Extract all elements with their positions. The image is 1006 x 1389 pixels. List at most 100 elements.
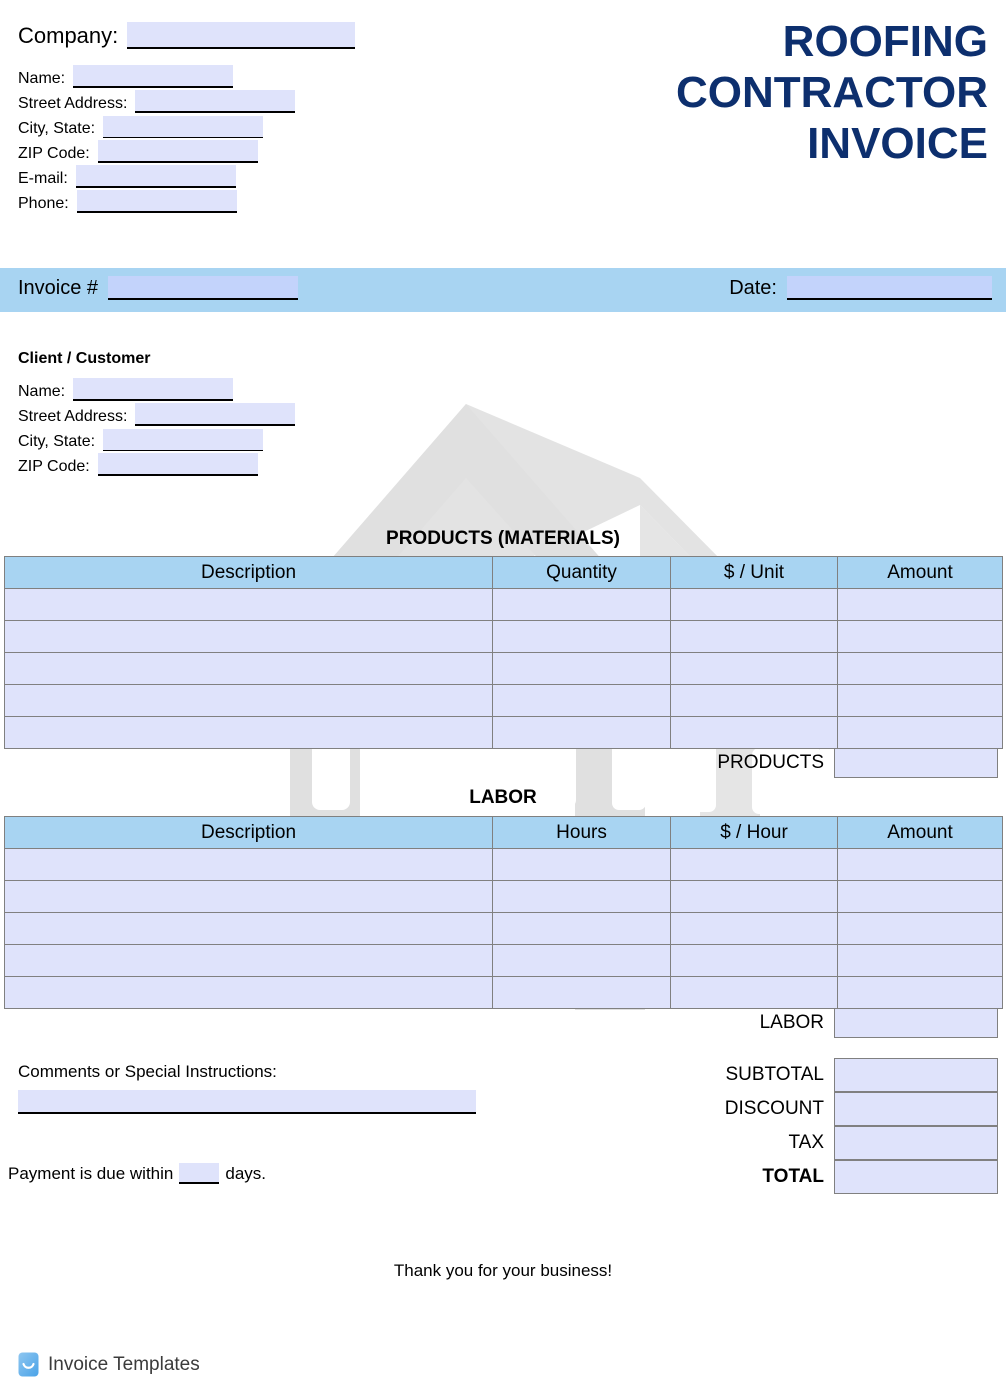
discount-row: DISCOUNT — [600, 1092, 998, 1126]
client-city-input[interactable] — [103, 429, 264, 451]
labor-table: Description Hours $ / Hour Amount — [4, 816, 1003, 1009]
client-city-label: City, State: — [18, 433, 96, 450]
company-city-label: City, State: — [18, 120, 96, 137]
total-input[interactable] — [834, 1160, 998, 1194]
payment-days-input[interactable] — [179, 1163, 220, 1184]
products-total-label: PRODUCTS — [717, 752, 824, 773]
labor-header-hour-rate: $ / Hour — [670, 816, 838, 849]
labor-cell-hours[interactable] — [492, 976, 671, 1009]
table-row — [4, 912, 1003, 945]
products-header-row: Description Quantity $ / Unit Amount — [4, 556, 1003, 589]
products-total-row: PRODUCTS — [600, 748, 998, 778]
company-city-input[interactable] — [103, 116, 264, 138]
products-cell-amount[interactable] — [837, 716, 1003, 749]
client-details-block: Client / Customer Name: Street Address: … — [18, 350, 296, 476]
labor-total-label: LABOR — [759, 1012, 824, 1033]
client-name-input[interactable] — [73, 378, 234, 401]
invoice-number-date-bar: Invoice # Date: — [0, 268, 1006, 312]
labor-cell-description[interactable] — [4, 944, 493, 977]
products-cell-amount[interactable] — [837, 588, 1003, 621]
labor-cell-hours[interactable] — [492, 912, 671, 945]
labor-cell-amount[interactable] — [837, 848, 1003, 881]
comments-label: Comments or Special Instructions: — [18, 1062, 277, 1081]
labor-cell-hour-rate[interactable] — [670, 912, 838, 945]
products-cell-unit-price[interactable] — [670, 588, 838, 621]
labor-cell-hour-rate[interactable] — [670, 848, 838, 881]
products-cell-unit-price[interactable] — [670, 652, 838, 685]
comments-input[interactable] — [18, 1090, 476, 1114]
labor-header-row: Description Hours $ / Hour Amount — [4, 816, 1003, 849]
company-name-input[interactable] — [127, 22, 356, 49]
products-cell-description[interactable] — [4, 620, 493, 653]
labor-cell-description[interactable] — [4, 880, 493, 913]
labor-cell-description[interactable] — [4, 912, 493, 945]
products-cell-amount[interactable] — [837, 652, 1003, 685]
labor-total-row: LABOR — [600, 1008, 998, 1038]
totals-summary: SUBTOTAL DISCOUNT TAX TOTAL — [600, 1058, 998, 1194]
products-cell-quantity[interactable] — [492, 684, 671, 717]
company-zip-input[interactable] — [97, 140, 258, 163]
tax-label: TAX — [788, 1132, 824, 1153]
products-cell-quantity[interactable] — [492, 716, 671, 749]
table-row — [4, 652, 1003, 685]
invoice-number-input[interactable] — [108, 276, 299, 300]
products-cell-unit-price[interactable] — [670, 684, 838, 717]
labor-cell-amount[interactable] — [837, 944, 1003, 977]
labor-cell-description[interactable] — [4, 848, 493, 881]
company-phone-label: Phone: — [18, 195, 69, 212]
labor-header-description: Description — [4, 816, 493, 849]
products-cell-description[interactable] — [4, 684, 493, 717]
products-cell-amount[interactable] — [837, 620, 1003, 653]
products-total-input[interactable] — [834, 748, 998, 778]
tax-row: TAX — [600, 1126, 998, 1160]
labor-cell-hours[interactable] — [492, 880, 671, 913]
products-cell-unit-price[interactable] — [670, 620, 838, 653]
client-zip-input[interactable] — [97, 453, 258, 476]
tax-input[interactable] — [834, 1126, 998, 1160]
labor-cell-hour-rate[interactable] — [670, 944, 838, 977]
products-header-quantity: Quantity — [492, 556, 671, 589]
subtotal-label: SUBTOTAL — [725, 1064, 824, 1085]
smile-badge-icon — [18, 1352, 39, 1377]
company-details-block: Company: Name: Street Address: City, Sta… — [18, 22, 356, 213]
products-section-title: PRODUCTS (MATERIALS) — [386, 528, 620, 549]
labor-cell-hours[interactable] — [492, 944, 671, 977]
labor-cell-amount[interactable] — [837, 880, 1003, 913]
company-street-input[interactable] — [135, 90, 296, 113]
products-cell-description[interactable] — [4, 652, 493, 685]
discount-input[interactable] — [834, 1092, 998, 1126]
subtotal-input[interactable] — [834, 1058, 998, 1092]
discount-label: DISCOUNT — [724, 1098, 824, 1119]
labor-section-title: LABOR — [469, 787, 537, 808]
labor-cell-amount[interactable] — [837, 912, 1003, 945]
labor-cell-description[interactable] — [4, 976, 493, 1009]
products-cell-description[interactable] — [4, 588, 493, 621]
labor-cell-hours[interactable] — [492, 848, 671, 881]
company-email-input[interactable] — [75, 165, 236, 188]
total-row-final: TOTAL — [600, 1160, 998, 1194]
table-row — [4, 588, 1003, 621]
title-line-3: INVOICE — [807, 119, 988, 168]
products-cell-quantity[interactable] — [492, 652, 671, 685]
invoice-number-label: Invoice # — [18, 277, 99, 299]
products-cell-unit-price[interactable] — [670, 716, 838, 749]
company-phone-input[interactable] — [76, 190, 237, 213]
products-cell-quantity[interactable] — [492, 588, 671, 621]
products-cell-quantity[interactable] — [492, 620, 671, 653]
products-cell-description[interactable] — [4, 716, 493, 749]
client-heading: Client / Customer — [18, 350, 151, 367]
brand-footer[interactable]: Invoice Templates — [18, 1352, 200, 1377]
products-cell-amount[interactable] — [837, 684, 1003, 717]
labor-cell-amount[interactable] — [837, 976, 1003, 1009]
labor-cell-hour-rate[interactable] — [670, 880, 838, 913]
invoice-date-input[interactable] — [787, 276, 992, 300]
labor-total-input[interactable] — [834, 1008, 998, 1038]
company-row-city: City, State: — [18, 113, 355, 138]
company-name-label: Name: — [18, 70, 66, 87]
brand-name: Invoice Templates — [48, 1353, 200, 1375]
client-street-input[interactable] — [135, 403, 296, 426]
client-row-street: Street Address: — [18, 401, 296, 426]
subtotal-row: SUBTOTAL — [600, 1058, 998, 1092]
company-contact-name-input[interactable] — [73, 65, 234, 88]
labor-cell-hour-rate[interactable] — [670, 976, 838, 1009]
